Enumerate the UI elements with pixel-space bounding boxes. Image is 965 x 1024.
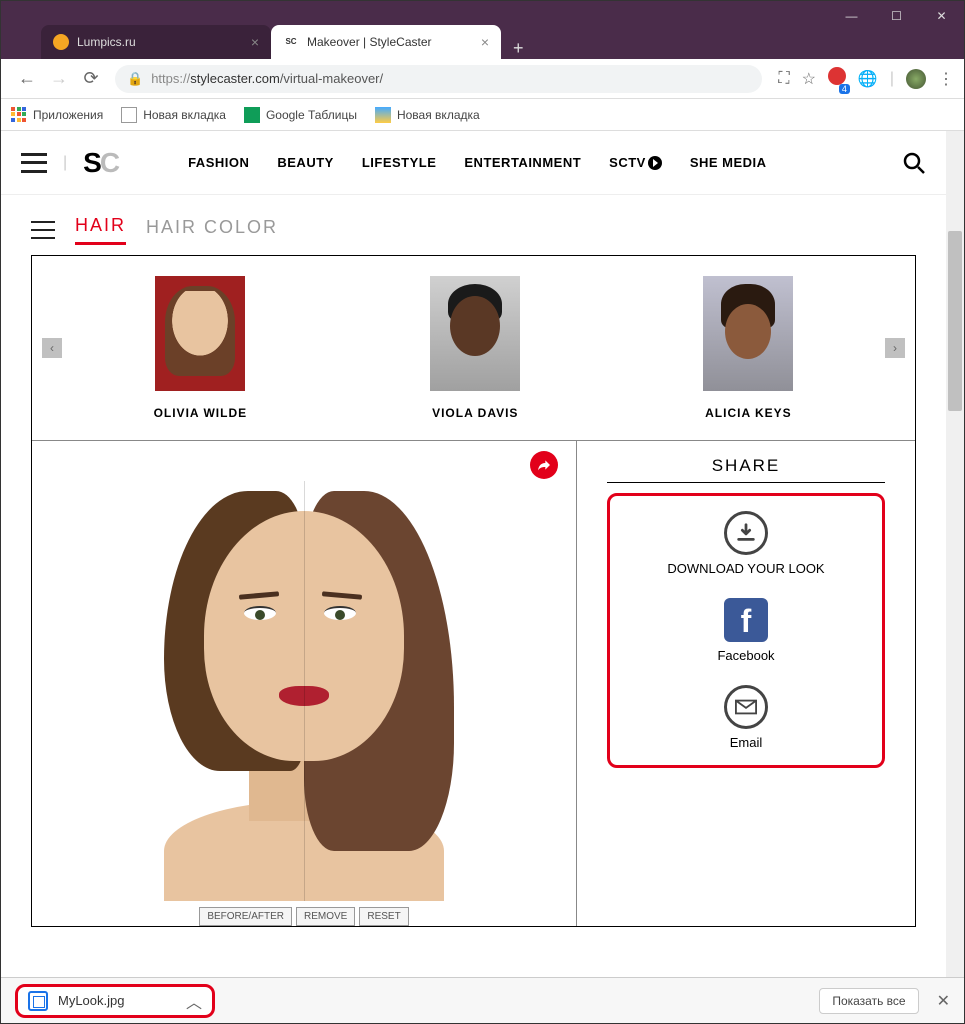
email-icon [724, 685, 768, 729]
window-minimize[interactable]: — [829, 1, 874, 31]
url-input[interactable]: 🔒 https://stylecaster.com/virtual-makeov… [115, 65, 762, 93]
tab-title: Makeover | StyleCaster [307, 35, 473, 49]
sheets-icon [244, 107, 260, 123]
globe-icon[interactable]: 🌐 [858, 69, 878, 89]
tab-hair[interactable]: HAIR [75, 215, 126, 245]
tab-hair-color[interactable]: HAIR COLOR [146, 217, 278, 244]
search-icon[interactable] [902, 151, 926, 175]
file-icon [28, 991, 48, 1011]
bookmark-newtab-2[interactable]: Новая вкладка [375, 107, 480, 123]
apps-button[interactable]: Приложения [11, 107, 103, 123]
lock-icon: 🔒 [127, 71, 143, 87]
address-bar: ← → ⟳ 🔒 https://stylecaster.com/virtual-… [1, 59, 964, 99]
reset-button[interactable]: RESET [359, 907, 408, 926]
menu-icon[interactable]: ⋮ [938, 69, 954, 89]
favicon: SC [283, 34, 299, 50]
window-close[interactable]: ✕ [919, 1, 964, 31]
show-all-downloads[interactable]: Показать все [819, 988, 918, 1014]
window-titlebar: — ☐ ✕ Lumpics.ru × SC Makeover | StyleCa… [1, 1, 964, 59]
reload-button[interactable]: ⟳ [75, 63, 107, 95]
translate-icon[interactable]: ⛶ [778, 70, 789, 88]
nav-shemedia[interactable]: SHE MEDIA [690, 155, 767, 171]
carousel-prev[interactable]: ‹ [42, 338, 62, 358]
nav-beauty[interactable]: BEAUTY [277, 155, 333, 171]
page-icon [121, 107, 137, 123]
celeb-alicia-keys[interactable]: ALICIA KEYS [703, 276, 793, 420]
celeb-thumb [155, 276, 245, 391]
remove-button[interactable]: REMOVE [296, 907, 355, 926]
celeb-olivia-wilde[interactable]: OLIVIA WILDE [154, 276, 248, 420]
menu-icon[interactable] [21, 153, 47, 173]
celeb-thumb [703, 276, 793, 391]
new-tab-button[interactable]: + [501, 38, 536, 59]
site-header: | SC FASHION BEAUTY LIFESTYLE ENTERTAINM… [1, 131, 946, 195]
before-after-button[interactable]: BEFORE/AFTER [199, 907, 292, 926]
download-chip[interactable]: MyLook.jpg ︿ [15, 984, 215, 1018]
nav-entertainment[interactable]: ENTERTAINMENT [464, 155, 581, 171]
celeb-thumb [430, 276, 520, 391]
nav-sctv[interactable]: SCTV [609, 155, 662, 171]
app-menu-icon[interactable] [31, 221, 55, 239]
download-filename: MyLook.jpg [58, 993, 124, 1008]
makeover-preview: BEFORE/AFTER REMOVE RESET [32, 441, 577, 926]
close-icon[interactable]: × [481, 34, 489, 50]
play-icon [648, 156, 662, 170]
share-facebook-button[interactable]: f Facebook [620, 598, 872, 663]
back-button[interactable]: ← [11, 63, 43, 95]
close-icon[interactable]: × [251, 34, 259, 50]
browser-tab-stylecaster[interactable]: SC Makeover | StyleCaster × [271, 25, 501, 59]
extension-badge[interactable]: 4 [828, 67, 846, 90]
star-icon[interactable]: ☆ [802, 69, 816, 89]
download-icon [724, 511, 768, 555]
share-icon[interactable] [530, 451, 558, 479]
bookmarks-bar: Приложения Новая вкладка Google Таблицы … [1, 99, 964, 131]
bookmark-newtab-1[interactable]: Новая вкладка [121, 107, 226, 123]
share-email-button[interactable]: Email [620, 685, 872, 750]
close-icon[interactable]: ✕ [937, 991, 950, 1011]
tab-title: Lumpics.ru [77, 35, 243, 49]
bookmark-sheets[interactable]: Google Таблицы [244, 107, 357, 123]
favicon [53, 34, 69, 50]
share-title: SHARE [607, 456, 885, 483]
download-bar: MyLook.jpg ︿ Показать все ✕ [1, 977, 964, 1023]
image-icon [375, 107, 391, 123]
site-logo[interactable]: SC [83, 147, 118, 179]
scrollbar[interactable] [946, 131, 964, 977]
celeb-viola-davis[interactable]: VIOLA DAVIS [430, 276, 520, 420]
download-look-button[interactable]: DOWNLOAD YOUR LOOK [620, 511, 872, 576]
nav-fashion[interactable]: FASHION [188, 155, 249, 171]
chevron-up-icon[interactable]: ︿ [186, 989, 202, 1013]
facebook-icon: f [724, 598, 768, 642]
apps-icon [11, 107, 27, 123]
carousel-next[interactable]: › [885, 338, 905, 358]
forward-button[interactable]: → [43, 63, 75, 95]
window-maximize[interactable]: ☐ [874, 1, 919, 31]
browser-tab-lumpics[interactable]: Lumpics.ru × [41, 25, 271, 59]
nav-lifestyle[interactable]: LIFESTYLE [362, 155, 437, 171]
avatar[interactable] [906, 69, 926, 89]
